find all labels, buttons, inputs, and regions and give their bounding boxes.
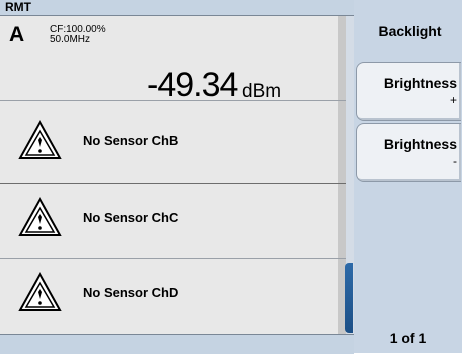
measurement-value: -49.34: [147, 66, 238, 104]
softkey-label: Brightness: [383, 75, 457, 91]
channel-label: A: [9, 23, 25, 46]
remote-indicator: RMT: [5, 0, 31, 14]
measurement-display: RMT A CF:100.00% 50.0MHz -49.34 dBm No S…: [0, 0, 354, 354]
warning-icon: [18, 272, 62, 311]
softkey-label: Brightness: [383, 136, 457, 152]
panel-divider: [0, 258, 346, 259]
page-indicator: 1 of 1: [389, 330, 427, 346]
measurement-unit: dBm: [242, 81, 282, 102]
menu-title: Backlight: [378, 23, 442, 39]
remote-status-bar: RMT: [0, 0, 354, 16]
brightness-down-softkey[interactable]: Brightness -: [356, 123, 461, 182]
warning-text: No Sensor ChD: [83, 285, 179, 300]
softkey-sublabel: -: [453, 154, 457, 168]
warning-text: No Sensor ChC: [83, 210, 179, 225]
warning-text: No Sensor ChB: [83, 133, 179, 148]
softkey-sublabel: +: [449, 93, 457, 107]
active-window-indicator: [345, 263, 353, 333]
warning-icon: [18, 120, 62, 159]
frequency-value: 50.0MHz: [50, 34, 91, 45]
warning-icon: [18, 197, 62, 236]
brightness-up-softkey[interactable]: Brightness +: [356, 62, 461, 121]
status-bar: [0, 334, 354, 354]
